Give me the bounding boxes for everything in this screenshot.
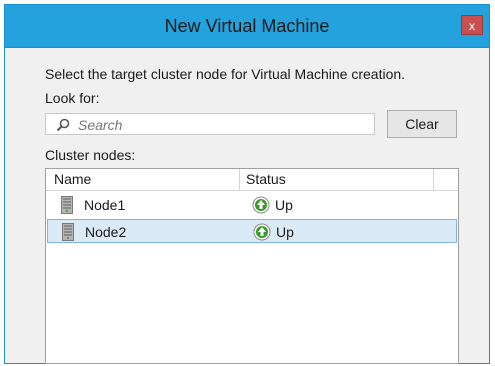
column-header-name[interactable]: Name: [54, 171, 91, 187]
column-header-status[interactable]: Status: [246, 171, 286, 187]
green-up-arrow-icon: [253, 223, 271, 241]
node-status: Up: [276, 224, 294, 240]
node-name: Node2: [85, 224, 127, 240]
instruction-text: Select the target cluster node for Virtu…: [45, 66, 406, 82]
clear-button[interactable]: Clear: [387, 110, 457, 138]
close-button[interactable]: x: [461, 15, 483, 35]
green-up-arrow-icon: [252, 196, 270, 214]
cluster-nodes-list[interactable]: Name Status Node1 Up Node2 Up: [45, 168, 459, 364]
column-separator[interactable]: [239, 169, 240, 190]
search-icon: [56, 118, 70, 132]
dialog-window: New Virtual Machine x Select the target …: [4, 4, 490, 364]
column-separator[interactable]: [433, 169, 434, 190]
search-box[interactable]: [45, 113, 375, 136]
search-input[interactable]: [76, 114, 370, 136]
node-status: Up: [275, 197, 293, 213]
column-header-row: Name Status: [46, 169, 458, 191]
cluster-nodes-label: Cluster nodes:: [45, 147, 136, 163]
title-bar[interactable]: New Virtual Machine x: [5, 5, 489, 48]
look-for-label: Look for:: [45, 90, 100, 106]
list-item-node2[interactable]: Node2 Up: [47, 219, 457, 243]
node-name: Node1: [84, 197, 126, 213]
server-icon: [62, 223, 74, 241]
server-icon: [61, 196, 73, 214]
list-item-node1[interactable]: Node1 Up: [47, 193, 457, 217]
window-title: New Virtual Machine: [164, 16, 330, 36]
